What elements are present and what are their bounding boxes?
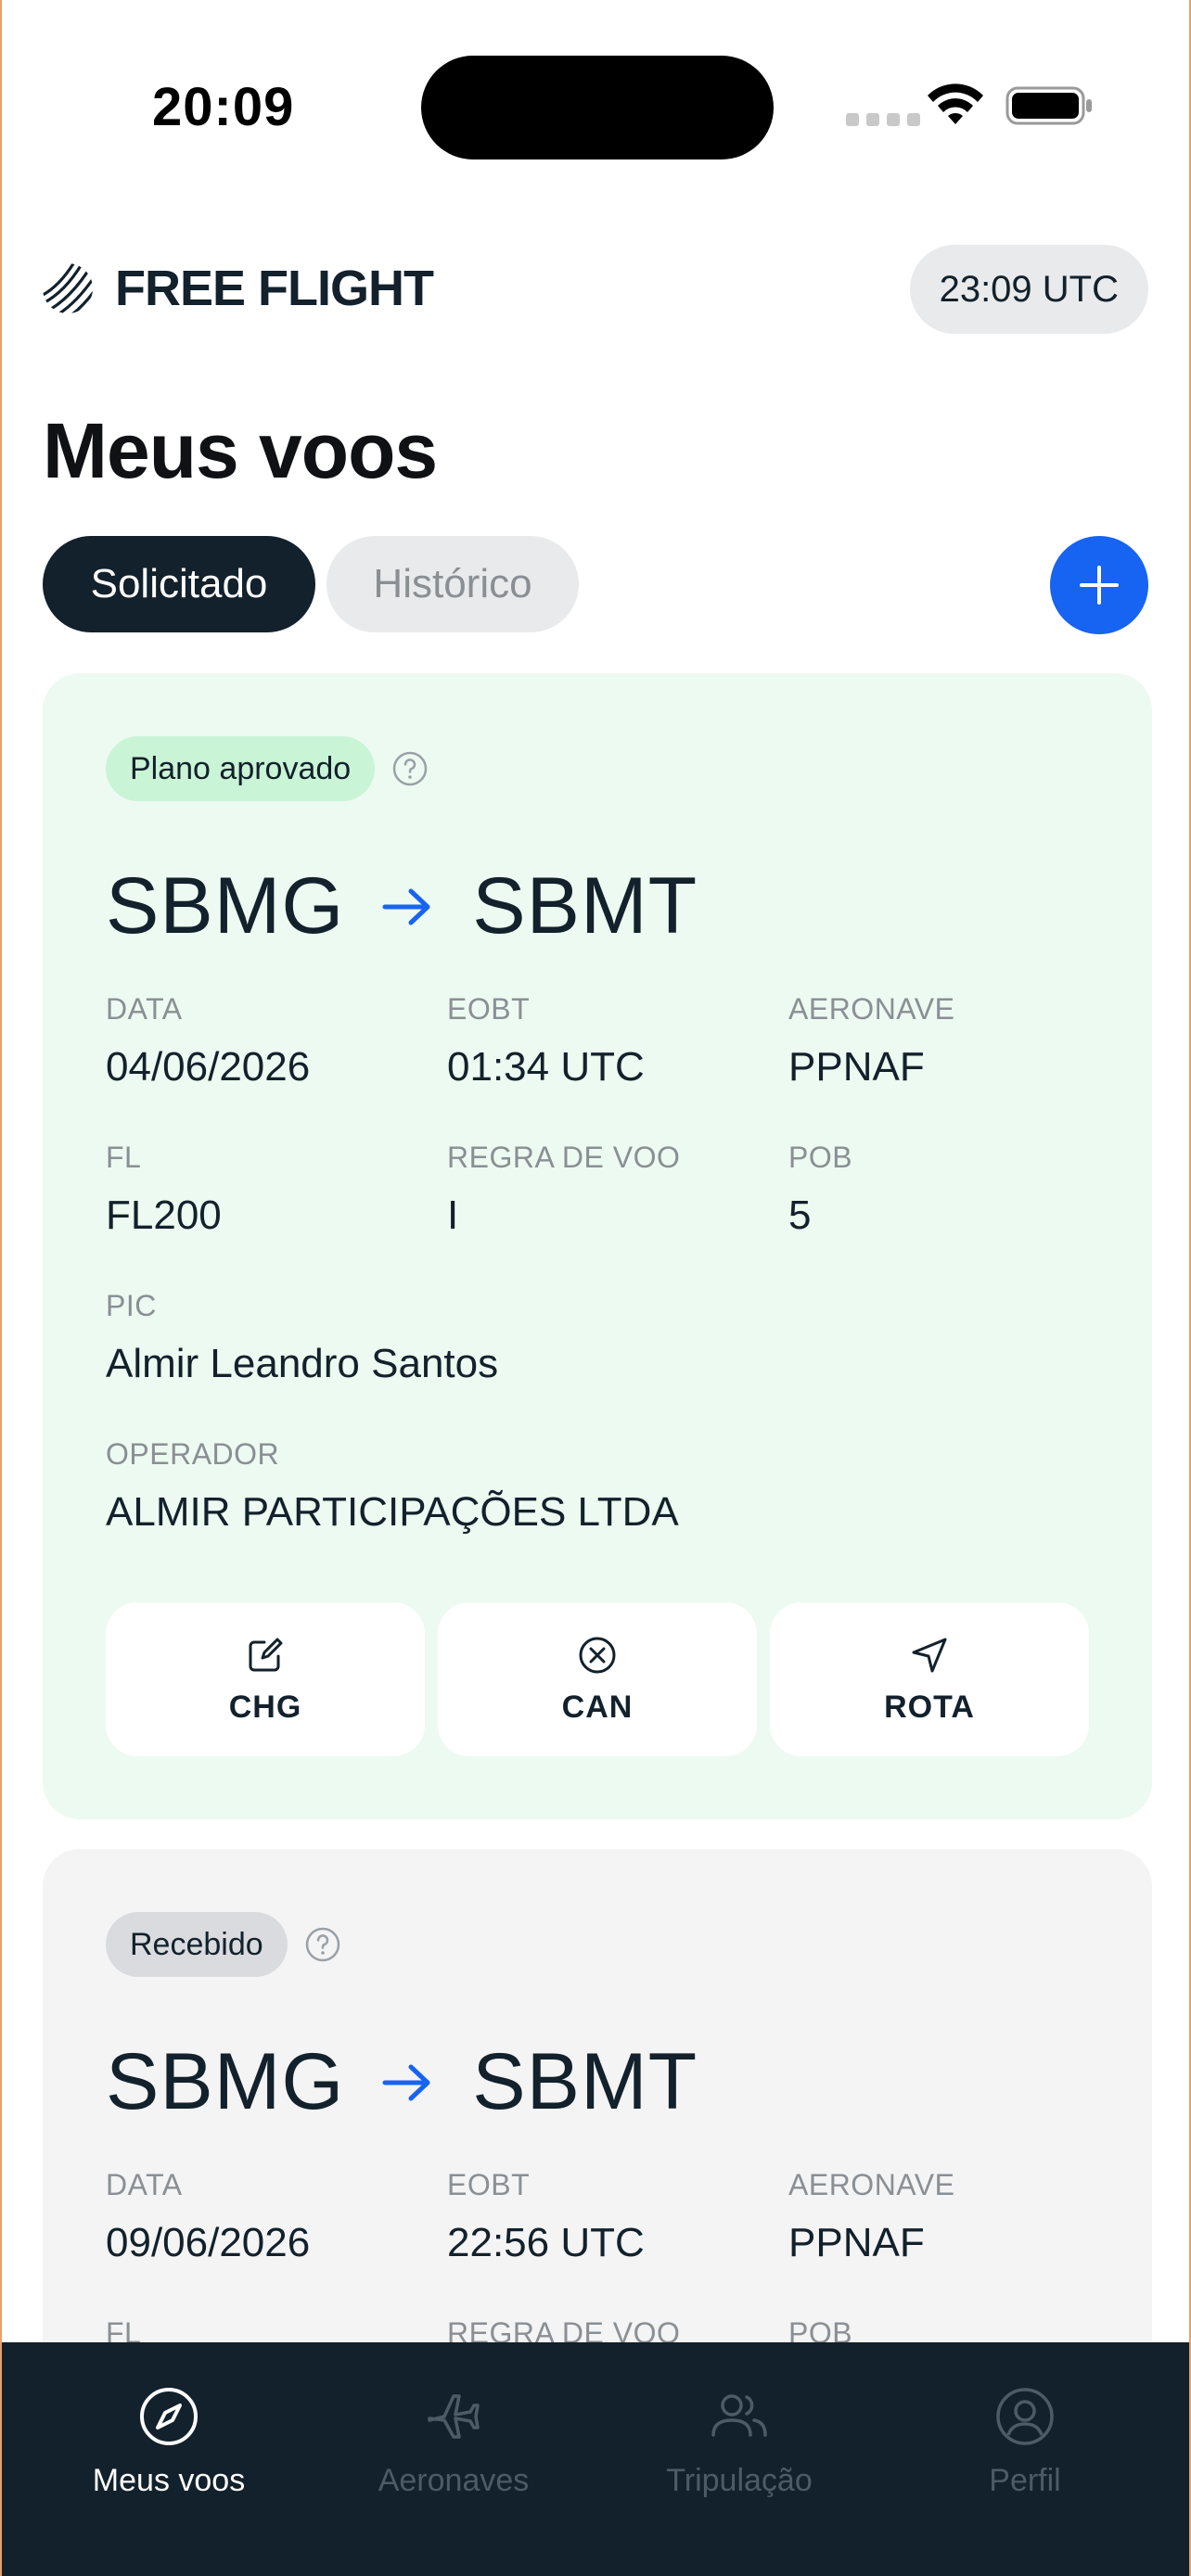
destination-code: SBMT bbox=[472, 2037, 698, 2126]
help-icon[interactable] bbox=[391, 750, 429, 787]
nav-aeronaves[interactable]: Aeronaves bbox=[324, 2383, 583, 2499]
nav-label: Perfil bbox=[989, 2463, 1061, 2498]
origin-code: SBMG bbox=[106, 2037, 345, 2126]
nav-label: Aeronaves bbox=[378, 2463, 530, 2498]
operador-label: OPERADOR bbox=[106, 1437, 280, 1471]
eobt-label: EOBT bbox=[447, 2168, 531, 2201]
plus-icon bbox=[1080, 566, 1119, 605]
add-flight-button[interactable] bbox=[1050, 536, 1148, 634]
bottom-tab-bar: Meus voos Aeronaves Tripulação Perfil bbox=[2, 2342, 1189, 2576]
data-value: 09/06/2026 bbox=[106, 2220, 311, 2265]
status-row: Plano aprovado bbox=[106, 736, 429, 801]
pic-value: Almir Leandro Santos bbox=[106, 1341, 499, 1386]
edit-icon bbox=[249, 1638, 283, 1671]
arrow-right-icon bbox=[382, 888, 430, 925]
data-label: DATA bbox=[106, 2168, 183, 2201]
cancel-circle-icon bbox=[579, 1637, 616, 1673]
help-icon[interactable] bbox=[304, 1926, 341, 1963]
page-title: Meus voos bbox=[43, 407, 438, 494]
aeronave-value: PPNAF bbox=[788, 1044, 925, 1090]
status-row: Recebido bbox=[106, 1912, 341, 1977]
compass-icon bbox=[140, 2388, 198, 2445]
tab-historico[interactable]: Histórico bbox=[327, 536, 579, 632]
chg-button[interactable]: CHG bbox=[106, 1602, 425, 1756]
rota-button[interactable]: ROTA bbox=[770, 1602, 1089, 1756]
regra-label: REGRA DE VOO bbox=[447, 1141, 681, 1174]
can-button[interactable]: CAN bbox=[438, 1602, 757, 1756]
utc-clock-badge: 23:09 UTC bbox=[909, 245, 1148, 334]
data-value: 04/06/2026 bbox=[106, 1044, 311, 1090]
can-label: CAN bbox=[561, 1689, 634, 1725]
operador-value: ALMIR PARTICIPAÇÕES LTDA bbox=[106, 1489, 679, 1535]
rota-label: ROTA bbox=[884, 1689, 975, 1725]
status-badge: Recebido bbox=[106, 1912, 288, 1977]
brand-logo-icon bbox=[43, 263, 93, 313]
nav-tripulacao[interactable]: Tripulação bbox=[609, 2383, 869, 2499]
route: SBMG SBMT bbox=[106, 2036, 698, 2128]
aeronave-value: PPNAF bbox=[788, 2220, 925, 2265]
arrow-right-icon bbox=[382, 2064, 430, 2100]
tab-solicitado[interactable]: Solicitado bbox=[43, 536, 315, 632]
user-circle-icon bbox=[996, 2388, 1054, 2445]
eobt-value: 22:56 UTC bbox=[447, 2220, 645, 2265]
destination-code: SBMT bbox=[472, 861, 698, 950]
pic-label: PIC bbox=[106, 1289, 157, 1322]
card-actions: CHG CAN ROTA bbox=[106, 1602, 1089, 1756]
chg-label: CHG bbox=[228, 1689, 302, 1725]
data-label: DATA bbox=[106, 992, 183, 1026]
navigation-icon bbox=[912, 1638, 947, 1672]
eobt-value: 01:34 UTC bbox=[447, 1044, 645, 1090]
brand-name: FREE FLIGHT bbox=[115, 261, 434, 316]
nav-perfil[interactable]: Perfil bbox=[895, 2383, 1155, 2499]
aeronave-label: AERONAVE bbox=[788, 992, 955, 1026]
nav-meus-voos[interactable]: Meus voos bbox=[39, 2383, 299, 2499]
nav-label: Tripulação bbox=[666, 2463, 813, 2498]
flight-card[interactable]: Plano aprovado SBMG SBMT DATA 04/06/2026… bbox=[43, 673, 1152, 1819]
users-icon bbox=[711, 2394, 767, 2437]
cellular-signal-icon bbox=[846, 113, 920, 126]
nav-label: Meus voos bbox=[92, 2463, 246, 2498]
eobt-label: EOBT bbox=[447, 992, 531, 1026]
dynamic-island bbox=[421, 56, 774, 159]
regra-value: I bbox=[447, 1192, 459, 1238]
battery-icon bbox=[1005, 86, 1092, 125]
status-time: 20:09 bbox=[152, 77, 295, 137]
status-badge: Plano aprovado bbox=[106, 736, 376, 801]
route: SBMG SBMT bbox=[106, 861, 698, 952]
wifi-icon bbox=[928, 83, 983, 124]
app-screen: 20:09 FREE FLIGHT 23:09 UTC Meus voos So… bbox=[0, 0, 1191, 2576]
brand: FREE FLIGHT bbox=[41, 260, 434, 317]
origin-code: SBMG bbox=[106, 861, 345, 950]
pob-label: POB bbox=[788, 1141, 853, 1174]
pob-value: 5 bbox=[788, 1192, 812, 1238]
fl-label: FL bbox=[106, 1141, 142, 1174]
airplane-icon bbox=[428, 2394, 480, 2439]
fl-value: FL200 bbox=[106, 1192, 222, 1238]
aeronave-label: AERONAVE bbox=[788, 2168, 955, 2201]
